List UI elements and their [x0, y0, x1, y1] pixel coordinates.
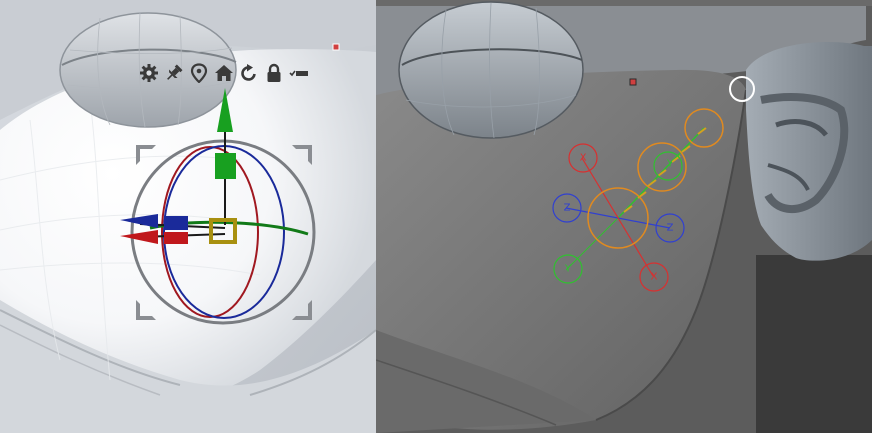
- gizmo-z-scale-handle[interactable]: [164, 216, 188, 230]
- right-viewport-canvas[interactable]: Y Z Z X X Y: [376, 0, 872, 433]
- pin-icon[interactable]: [163, 62, 185, 84]
- lock-icon[interactable]: [263, 62, 285, 84]
- axis-label-x-top: X: [580, 153, 587, 164]
- ear: [746, 41, 872, 261]
- marker-point[interactable]: [332, 43, 340, 51]
- location-marker-icon[interactable]: [188, 62, 210, 84]
- rotate-icon[interactable]: [238, 62, 260, 84]
- right-viewport[interactable]: Y Z Z X X Y: [376, 0, 872, 433]
- gizmo-toolbar: [138, 60, 310, 86]
- axis-label-z-left: Z: [564, 203, 571, 214]
- gizmo-x-scale-handle[interactable]: [164, 232, 188, 244]
- gizmo-y-scale-handle[interactable]: [215, 153, 236, 179]
- left-viewport[interactable]: [0, 0, 376, 433]
- toggle-icon[interactable]: [288, 62, 310, 84]
- axis-label-y-small: Y: [666, 159, 674, 170]
- axis-label-z-right: Z: [667, 223, 674, 234]
- axis-label-x-bottom: X: [651, 272, 658, 283]
- home-icon[interactable]: [213, 62, 235, 84]
- marker-point[interactable]: [629, 78, 637, 86]
- gear-icon[interactable]: [138, 62, 160, 84]
- axis-label-y-bottom: Y: [564, 264, 572, 275]
